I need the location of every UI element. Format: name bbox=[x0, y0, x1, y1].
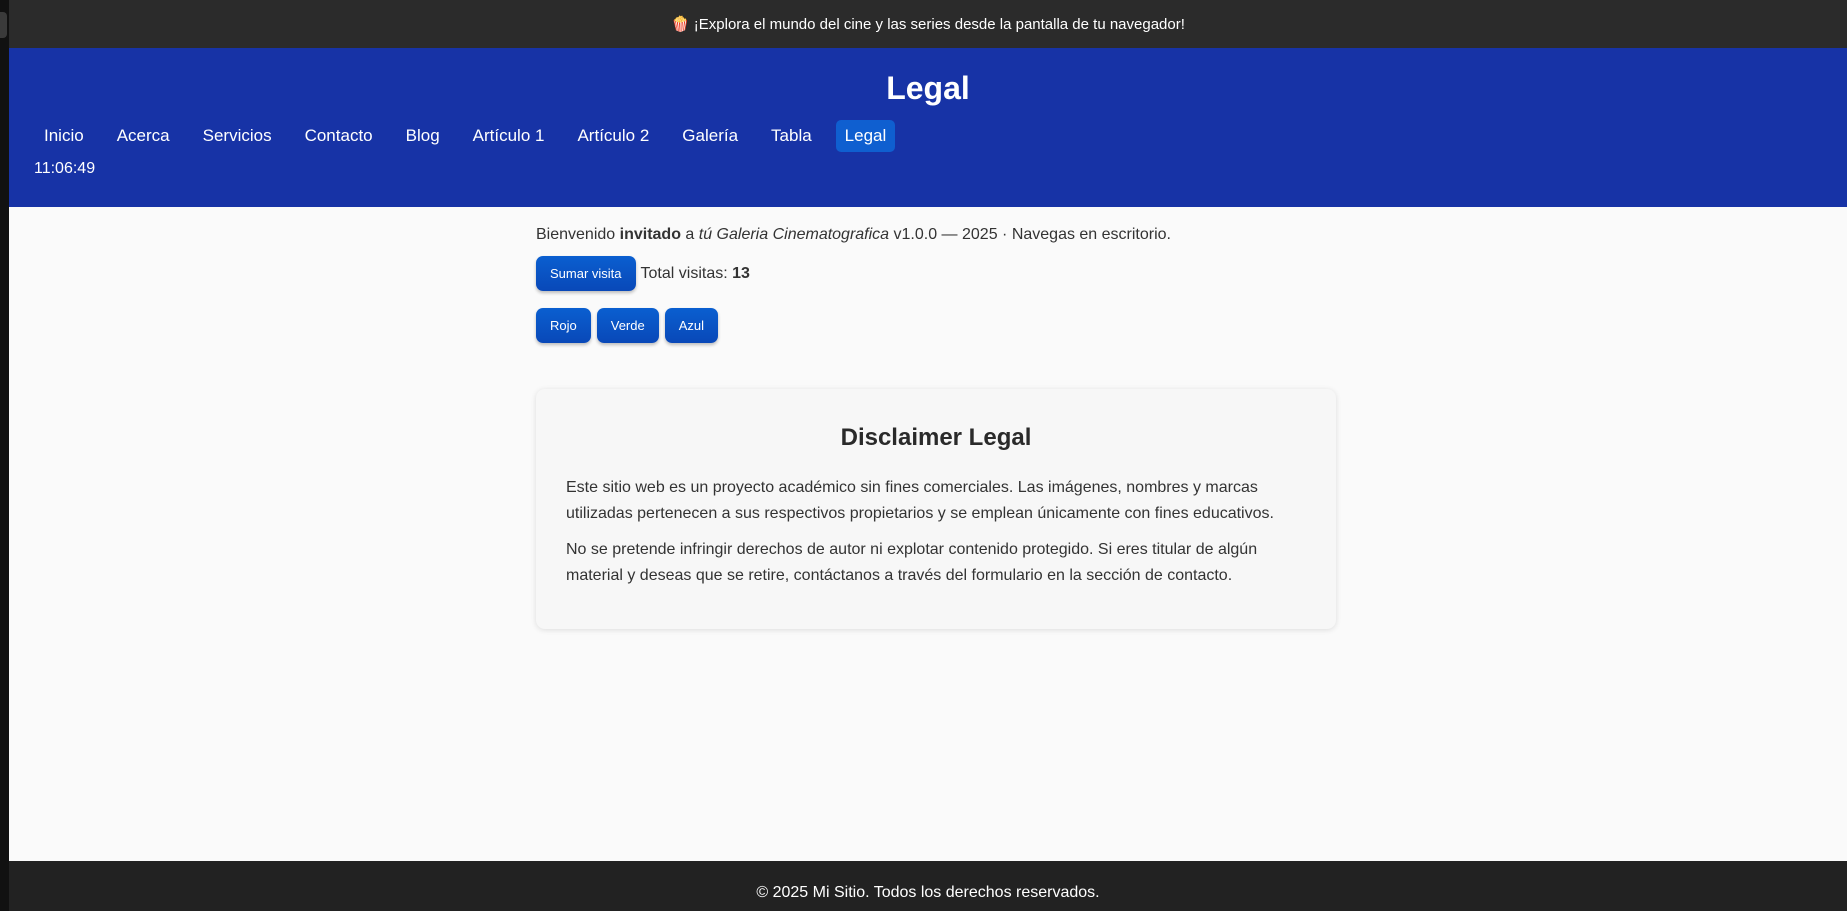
welcome-middle: a bbox=[680, 226, 699, 243]
color-buttons: Rojo Verde Azul bbox=[536, 308, 1336, 343]
disclaimer-paragraph-2: No se pretende infringir derechos de aut… bbox=[566, 541, 1258, 584]
welcome-user: invitado bbox=[619, 226, 681, 243]
main-nav: Inicio Acerca Servicios Contacto Blog Ar… bbox=[35, 120, 896, 152]
site-footer: © 2025 Mi Sitio. Todos los derechos rese… bbox=[9, 861, 1847, 911]
page-title: Legal bbox=[886, 70, 970, 106]
site-header: Legal Inicio Acerca Servicios Contacto B… bbox=[9, 48, 1847, 207]
window-edge-handle bbox=[0, 12, 7, 38]
nav-link-articulo-1[interactable]: Artículo 1 bbox=[464, 120, 554, 152]
welcome-prefix: Bienvenido bbox=[536, 226, 620, 243]
disclaimer-card: Disclaimer Legal Este sitio web es un pr… bbox=[536, 389, 1336, 629]
nav-link-inicio[interactable]: Inicio bbox=[35, 120, 93, 152]
nav-link-articulo-2[interactable]: Artículo 2 bbox=[568, 120, 658, 152]
disclaimer-title: Disclaimer Legal bbox=[840, 424, 1032, 451]
footer-copyright: © 2025 Mi Sitio. Todos los derechos rese… bbox=[756, 884, 1100, 901]
clock: 11:06:49 bbox=[34, 160, 96, 177]
announcement-bar: 🍿 ¡Explora el mundo del cine y las serie… bbox=[9, 0, 1847, 48]
nav-link-galeria[interactable]: Galería bbox=[673, 120, 747, 152]
disclaimer-paragraph-1: Este sitio web es un proyecto académico … bbox=[566, 479, 1274, 522]
add-visit-button[interactable]: Sumar visita bbox=[536, 256, 636, 291]
nav-link-contacto[interactable]: Contacto bbox=[296, 120, 382, 152]
red-button[interactable]: Rojo bbox=[536, 308, 591, 343]
green-button[interactable]: Verde bbox=[596, 308, 659, 343]
nav-link-servicios[interactable]: Servicios bbox=[194, 120, 281, 152]
page: 🍿 ¡Explora el mundo del cine y las serie… bbox=[9, 0, 1847, 911]
welcome-suffix: v1.0.0 — 2025 · Navegas en escritorio. bbox=[889, 226, 1171, 243]
blue-button[interactable]: Azul bbox=[664, 308, 719, 343]
nav-link-blog[interactable]: Blog bbox=[397, 120, 449, 152]
announcement-text: ¡Explora el mundo del cine y las series … bbox=[693, 15, 1185, 33]
welcome-site-name: tú Galeria Cinematografica bbox=[698, 226, 890, 243]
main-content: Bienvenido invitado a tú Galeria Cinemat… bbox=[536, 226, 1336, 343]
welcome-message: Bienvenido invitado a tú Galeria Cinemat… bbox=[536, 226, 1336, 252]
nav-link-tabla[interactable]: Tabla bbox=[762, 120, 821, 152]
visit-count-value: 13 bbox=[732, 264, 750, 282]
nav-link-acerca[interactable]: Acerca bbox=[108, 120, 179, 152]
popcorn-icon: 🍿 bbox=[671, 16, 690, 33]
visit-count-text: Total visitas: bbox=[640, 264, 733, 282]
visit-count-label: Total visitas: 13 bbox=[641, 265, 750, 283]
visit-counter: Sumar visita Total visitas: 13 bbox=[536, 256, 1336, 291]
nav-link-legal[interactable]: Legal bbox=[835, 120, 896, 152]
